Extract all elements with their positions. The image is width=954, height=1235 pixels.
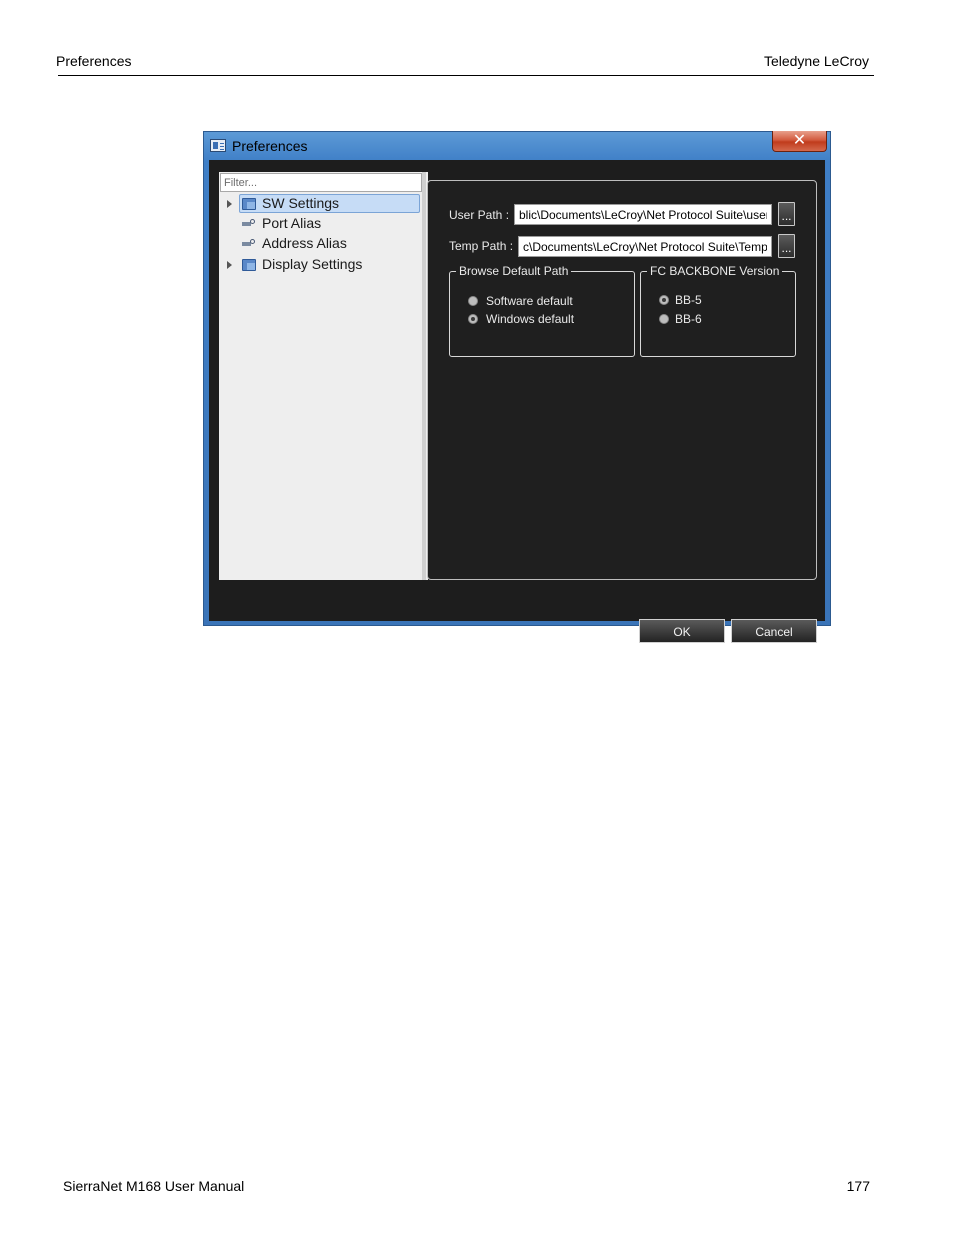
cancel-button[interactable]: Cancel [731, 619, 817, 643]
panel-splitter[interactable] [422, 172, 426, 580]
temp-path-label: Temp Path : [449, 239, 514, 253]
tree-item-label: Port Alias [262, 215, 322, 231]
temp-path-input[interactable] [518, 236, 772, 257]
close-button[interactable]: ✕ [772, 131, 827, 152]
page-header-left: Preferences [56, 53, 132, 69]
user-path-input[interactable] [514, 204, 772, 225]
fc-backbone-version-group: FC BACKBONE Version BB-5 BB-6 [640, 264, 796, 357]
tree-item-address-alias[interactable]: Address Alias [219, 234, 419, 254]
alias-icon [242, 238, 256, 250]
title-bar[interactable]: Preferences ✕ [204, 131, 830, 160]
alias-icon [242, 218, 256, 230]
radio-label: BB-5 [675, 293, 702, 307]
page-header-right: Teledyne LeCroy [763, 53, 869, 69]
tree-item-port-alias[interactable]: Port Alias [219, 214, 419, 234]
radio-button[interactable] [468, 296, 478, 306]
settings-tree-panel: SW Settings Port Alias Address Alias Dis… [219, 172, 428, 580]
dialog-client-area: SW Settings Port Alias Address Alias Dis… [209, 160, 825, 643]
radio-button[interactable] [659, 314, 669, 324]
close-icon: ✕ [792, 132, 807, 149]
user-path-label: User Path : [449, 208, 510, 222]
filter-input[interactable] [220, 173, 422, 192]
preferences-app-icon [210, 139, 226, 152]
ok-button[interactable]: OK [639, 619, 725, 643]
radio-button[interactable] [468, 314, 478, 324]
tree-item-display-settings[interactable]: Display Settings [219, 255, 419, 275]
page-footer-left: SierraNet M168 User Manual [63, 1178, 245, 1194]
settings-content-panel: User Path : ... Temp Path : ... Browse D… [427, 180, 817, 580]
temp-path-browse-button[interactable]: ... [778, 234, 795, 258]
radio-label: BB-6 [675, 312, 702, 326]
folder-icon [242, 198, 256, 210]
dialog-title: Preferences [232, 138, 308, 154]
folder-icon [242, 259, 256, 271]
radio-button[interactable] [659, 295, 669, 305]
radio-label: Software default [486, 294, 573, 308]
group-title: Browse Default Path [456, 264, 572, 278]
user-path-browse-button[interactable]: ... [778, 202, 795, 226]
tree-item-label: Display Settings [262, 256, 363, 272]
tree-item-sw-settings[interactable]: SW Settings [219, 194, 420, 214]
expand-arrow-icon[interactable] [227, 200, 232, 208]
page-number: 177 [846, 1178, 870, 1194]
radio-label: Windows default [486, 312, 575, 326]
tree-item-label: Address Alias [262, 235, 347, 251]
browse-default-path-group: Browse Default Path Software default Win… [449, 264, 635, 357]
group-title: FC BACKBONE Version [647, 264, 783, 278]
header-divider [58, 75, 874, 76]
tree-item-label: SW Settings [262, 195, 340, 211]
preferences-dialog: Preferences ✕ SW Settings Port Alias Add… [203, 131, 831, 643]
expand-arrow-icon[interactable] [227, 261, 232, 269]
